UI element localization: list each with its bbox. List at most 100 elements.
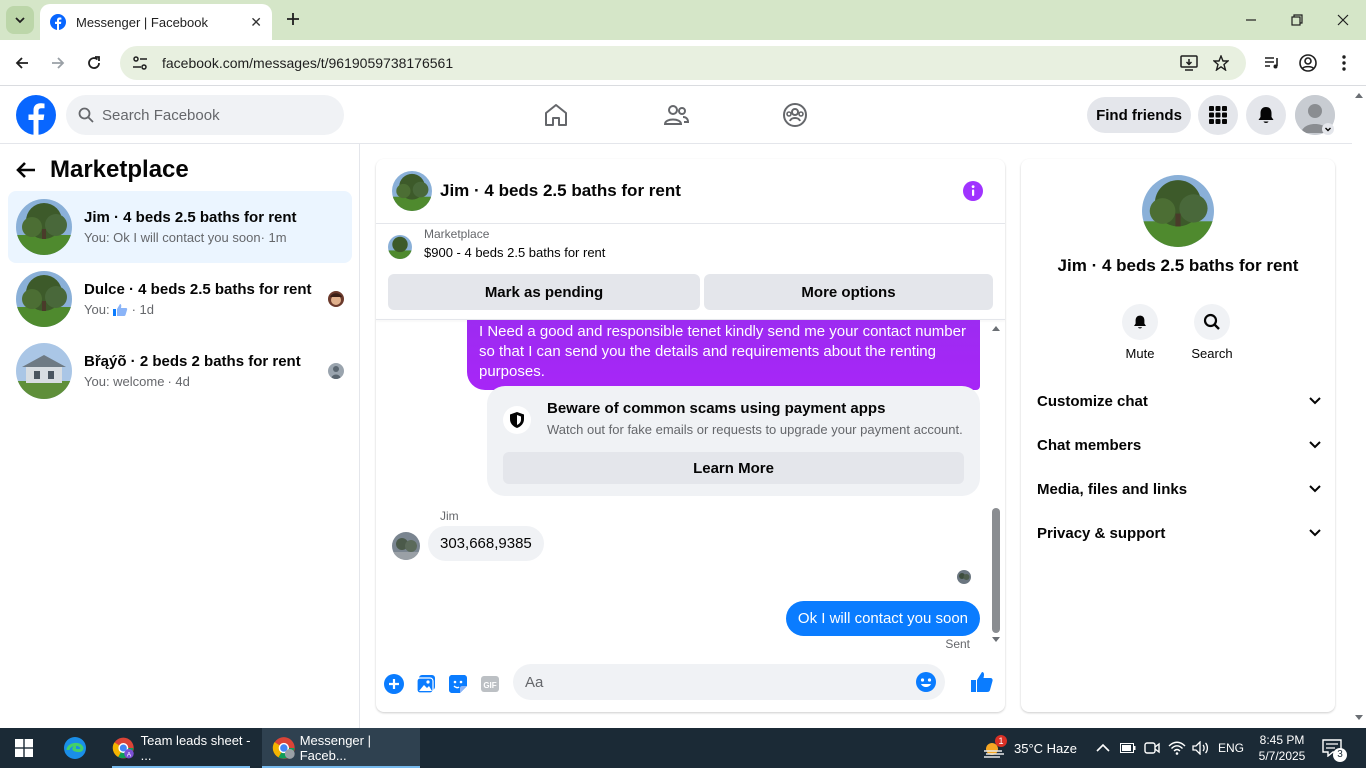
notifications-button[interactable]: [1246, 95, 1286, 135]
sender-avatar[interactable]: [392, 532, 420, 560]
media-control-icon[interactable]: [1258, 50, 1286, 76]
mute-button[interactable]: Mute: [1110, 304, 1170, 361]
message-composer: GIF: [376, 664, 1005, 704]
minimize-button[interactable]: [1228, 0, 1274, 40]
friends-nav-icon[interactable]: [659, 99, 693, 131]
mark-as-pending-button[interactable]: Mark as pending: [388, 274, 700, 310]
volume-icon[interactable]: [1192, 728, 1210, 768]
facebook-logo-icon[interactable]: [16, 95, 56, 135]
conversation-details-panel: Jim · 4 beds 2.5 baths for rent Mute Sea…: [1021, 159, 1335, 712]
start-button[interactable]: [0, 728, 48, 768]
find-friends-button[interactable]: Find friends: [1087, 97, 1191, 133]
conversation-title: Jim · 4 beds 2.5 baths for rent: [1057, 256, 1299, 275]
svg-text:GIF: GIF: [483, 681, 496, 690]
customize-chat-section[interactable]: Customize chat: [1037, 381, 1321, 421]
bookmark-star-icon[interactable]: [1206, 46, 1236, 80]
media-files-links-section[interactable]: Media, files and links: [1037, 469, 1321, 509]
conversation-name: Jim · 4 beds 2.5 baths for rent: [84, 209, 297, 226]
section-label: Media, files and links: [1037, 480, 1188, 498]
emoji-icon[interactable]: [915, 671, 937, 693]
conversation-list-panel: Marketplace Jim · 4 beds 2.5 baths for r…: [0, 144, 360, 728]
weather-text: 35°C Haze: [1014, 740, 1078, 756]
taskbar-app-label: Team leads sheet - ...: [140, 733, 251, 763]
conversation-preview: You: Ok I will contact you soon: [84, 230, 261, 245]
back-button[interactable]: [9, 50, 35, 76]
message-thread: I Need a good and responsible tenet kind…: [376, 320, 1005, 652]
chrome-taskbar-button-sheets[interactable]: A Team leads sheet - ...: [104, 728, 258, 768]
scroll-up-icon: [1355, 93, 1363, 98]
bell-icon: [1258, 107, 1274, 123]
forward-button[interactable]: [45, 50, 71, 76]
message-input-box[interactable]: [513, 664, 945, 700]
clock[interactable]: 8:45 PM 5/7/2025: [1252, 728, 1312, 768]
chevron-down-icon: [15, 17, 25, 24]
browser-tab-messenger[interactable]: Messenger | Facebook ✕: [40, 4, 272, 40]
menu-button[interactable]: [1198, 95, 1238, 135]
search-input[interactable]: [102, 106, 322, 124]
close-icon: [1337, 14, 1349, 26]
show-hidden-icons[interactable]: [1096, 728, 1110, 768]
search-label: Search: [1191, 346, 1233, 361]
clock-time: 8:45 PM: [1259, 733, 1305, 747]
photo-icon: [416, 675, 435, 694]
more-actions-button[interactable]: [382, 672, 406, 696]
install-app-icon[interactable]: [1174, 46, 1204, 80]
conversation-preview: You:: [84, 302, 110, 317]
language-indicator[interactable]: ENG: [1218, 728, 1244, 768]
plus-icon: [287, 13, 299, 25]
browser-menu-icon[interactable]: [1330, 50, 1358, 76]
listing-thumbnail: [16, 343, 72, 399]
sticker-button[interactable]: [446, 672, 470, 696]
attach-photo-button[interactable]: [414, 672, 438, 696]
chat-members-section[interactable]: Chat members: [1037, 425, 1321, 465]
grid-menu-icon: [1209, 106, 1227, 124]
chat-header[interactable]: Jim · 4 beds 2.5 baths for rent: [376, 159, 1005, 224]
edge-taskbar-button[interactable]: [52, 728, 98, 768]
facebook-search[interactable]: [66, 95, 344, 135]
svg-text:A: A: [127, 751, 132, 758]
profile-icon[interactable]: [1294, 50, 1322, 76]
conversation-item[interactable]: Dulce · 4 beds 2.5 baths for rent You: ·…: [8, 263, 352, 335]
message-input[interactable]: [525, 673, 905, 691]
back-arrow-icon[interactable]: [16, 161, 36, 179]
more-options-button[interactable]: More options: [704, 274, 993, 310]
marketplace-listing[interactable]: Marketplace $900 - 4 beds 2.5 baths for …: [388, 227, 605, 260]
tab-title: Messenger | Facebook: [76, 14, 208, 30]
url-text[interactable]: facebook.com/messages/t/9619059738176561: [162, 55, 453, 71]
search-in-conversation-button[interactable]: Search: [1182, 304, 1242, 361]
edge-icon: [64, 737, 86, 759]
reload-button[interactable]: [81, 50, 107, 76]
new-tab-button[interactable]: [282, 8, 304, 30]
chrome-taskbar-button-messenger[interactable]: Messenger | Faceb...: [262, 728, 420, 768]
page-scrollbar[interactable]: [1352, 87, 1366, 728]
conversation-time: · 1m: [260, 230, 287, 245]
info-icon[interactable]: [963, 181, 983, 201]
tab-search-button[interactable]: [6, 6, 34, 34]
conversation-item[interactable]: Jim · 4 beds 2.5 baths for rent You: Ok …: [8, 191, 352, 263]
restore-icon: [1291, 14, 1303, 26]
facebook-favicon-icon: [50, 14, 66, 30]
scam-warning-title: Beware of common scams using payment app…: [547, 400, 886, 417]
meet-now-icon[interactable]: [1144, 728, 1160, 768]
restore-button[interactable]: [1274, 0, 1320, 40]
close-tab-icon[interactable]: ✕: [250, 14, 262, 31]
home-nav-icon[interactable]: [539, 99, 573, 131]
site-settings-icon[interactable]: [132, 55, 148, 71]
account-chevron-icon[interactable]: [1322, 123, 1334, 135]
battery-icon[interactable]: [1120, 728, 1136, 768]
panel-header: Marketplace: [16, 156, 189, 184]
notification-center-button[interactable]: 3: [1322, 728, 1347, 768]
weather-widget[interactable]: 1 35°C Haze: [982, 728, 1077, 768]
close-window-button[interactable]: [1320, 0, 1366, 40]
like-send-button[interactable]: [970, 670, 994, 694]
chevron-down-icon: [1309, 441, 1321, 449]
conversation-item[interactable]: Břąýõ · 2 beds 2 baths for rent You: wel…: [8, 335, 352, 407]
privacy-support-section[interactable]: Privacy & support: [1037, 513, 1321, 553]
scroll-thumb[interactable]: [992, 508, 1000, 633]
omnibox[interactable]: facebook.com/messages/t/9619059738176561: [120, 46, 1246, 80]
gif-button[interactable]: GIF: [478, 672, 502, 696]
learn-more-button[interactable]: Learn More: [503, 452, 964, 484]
windows-logo-icon: [15, 739, 33, 757]
wifi-icon[interactable]: [1168, 728, 1186, 768]
groups-nav-icon[interactable]: [778, 99, 812, 131]
